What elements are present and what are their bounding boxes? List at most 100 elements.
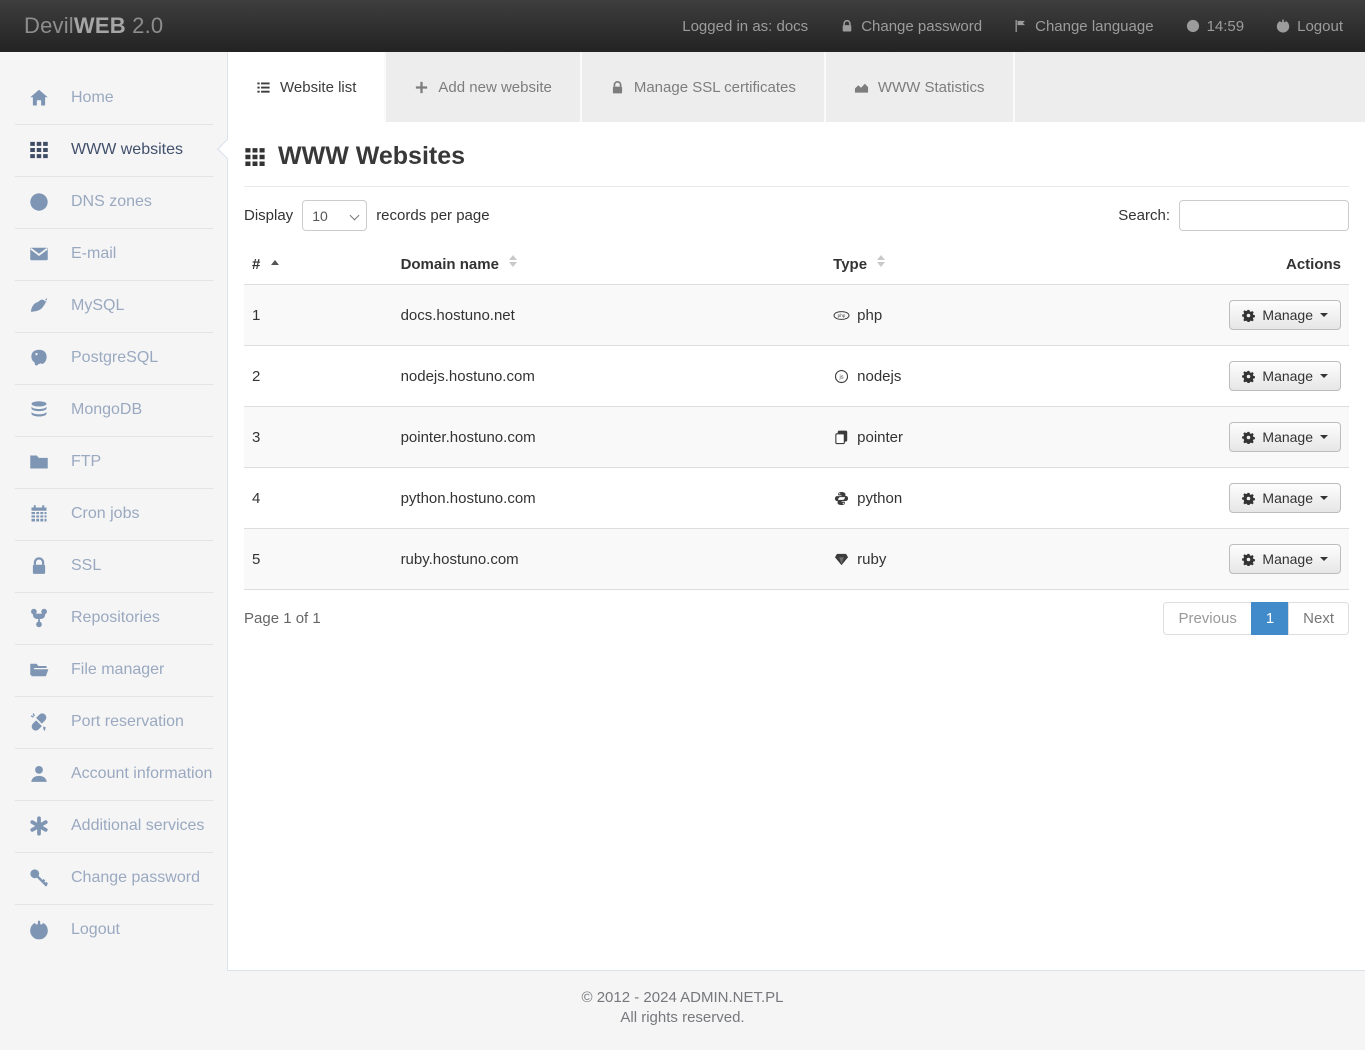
sidebar-item-label: WWW websites [71, 141, 183, 159]
pagination: Previous 1 Next [1163, 602, 1349, 635]
website-type: ruby [825, 529, 1221, 590]
website-type: jsnodejs [825, 346, 1221, 407]
sidebar-item-label: SSL [71, 557, 101, 575]
row-number: 2 [244, 346, 393, 407]
records-per-page-select[interactable]: 10 [302, 200, 367, 231]
topbar: DevilWEB 2.0 Logged in as: docs Change p… [0, 0, 1365, 52]
row-number: 1 [244, 285, 393, 346]
sidebar-item-change-password[interactable]: Change password [0, 852, 227, 904]
display-label: Display [244, 207, 293, 224]
row-actions: Manage [1221, 285, 1349, 346]
sidebar-item-cron-jobs[interactable]: Cron jobs [0, 488, 227, 540]
lock-icon [29, 556, 49, 576]
sidebar-item-label: DNS zones [71, 193, 152, 211]
time-label: 14:59 [1207, 18, 1245, 35]
gear-icon [1242, 553, 1255, 566]
footer-copyright: © 2012 - 2024 ADMIN.NET.PL [0, 988, 1365, 1008]
sidebar-item-file-manager[interactable]: File manager [0, 644, 227, 696]
plus-icon [414, 80, 429, 95]
caret-down-icon [1320, 557, 1328, 561]
search-label: Search: [1118, 207, 1170, 224]
tab-www-statistics[interactable]: WWW Statistics [824, 52, 1015, 122]
type-cell: jsnodejs [833, 368, 1213, 385]
table-row: 3pointer.hostuno.compointerManage [244, 407, 1349, 468]
previous-page-button[interactable]: Previous [1163, 602, 1251, 635]
sidebar-item-mongodb[interactable]: MongoDB [0, 384, 227, 436]
row-actions: Manage [1221, 529, 1349, 590]
sidebar-item-logout[interactable]: Logout [0, 904, 227, 956]
sidebar-item-ftp[interactable]: FTP [0, 436, 227, 488]
sidebar-item-label: Account information [71, 765, 212, 783]
gear-icon [1242, 370, 1255, 383]
sort-both-icon [509, 255, 517, 267]
type-label: python [857, 490, 902, 507]
home-icon [29, 88, 49, 108]
footer-rights: All rights reserved. [0, 1008, 1365, 1028]
type-label: pointer [857, 429, 903, 446]
page-header: WWW Websites [244, 122, 1349, 187]
sidebar-item-additional-services[interactable]: Additional services [0, 800, 227, 852]
topbar-menu: Logged in as: docs Change password Chang… [682, 18, 1343, 35]
column-header-domain[interactable]: Domain name [393, 244, 826, 285]
manage-button-label: Manage [1262, 368, 1313, 384]
row-actions: Manage [1221, 468, 1349, 529]
search-input[interactable] [1179, 200, 1349, 231]
logged-in-as: Logged in as: docs [682, 18, 808, 35]
power-icon [1276, 19, 1290, 33]
manage-button[interactable]: Manage [1229, 544, 1341, 574]
page-1-button[interactable]: 1 [1251, 602, 1289, 635]
sidebar-item-ssl[interactable]: SSL [0, 540, 227, 592]
sidebar-item-postgresql[interactable]: PostgreSQL [0, 332, 227, 384]
sort-both-icon [877, 255, 885, 267]
sidebar-item-label: MySQL [71, 297, 124, 315]
page-info: Page 1 of 1 [244, 610, 321, 627]
next-page-button[interactable]: Next [1288, 602, 1349, 635]
tab-strip: Website list Add new website Manage SSL ce… [228, 52, 1365, 122]
records-per-page-control: Display 10 records per page [244, 200, 490, 231]
domain-name: nodejs.hostuno.com [393, 346, 826, 407]
table-header-row: # Domain name Type Actions [244, 244, 1349, 285]
tab-label: Add new website [438, 79, 551, 96]
brand-suffix: 2.0 [126, 13, 164, 38]
topbar-change-language[interactable]: Change language [1014, 18, 1153, 35]
broken-link-icon [29, 712, 49, 732]
row-actions: Manage [1221, 407, 1349, 468]
type-cell: ruby [833, 551, 1213, 568]
manage-button[interactable]: Manage [1229, 483, 1341, 513]
manage-button-label: Manage [1262, 490, 1313, 506]
sidebar-item-label: Change password [71, 869, 200, 887]
sidebar-item-port-reservation[interactable]: Port reservation [0, 696, 227, 748]
type-cell: python [833, 490, 1213, 507]
manage-button[interactable]: Manage [1229, 300, 1341, 330]
sidebar-item-mysql[interactable]: MySQL [0, 280, 227, 332]
sidebar-item-home[interactable]: Home [0, 72, 227, 124]
tab-website-list[interactable]: Website list [228, 52, 384, 122]
column-header-actions: Actions [1221, 244, 1349, 285]
sidebar-item-label: Logout [71, 921, 120, 939]
column-header-num[interactable]: # [244, 244, 393, 285]
sidebar-item-label: E-mail [71, 245, 116, 263]
manage-button[interactable]: Manage [1229, 361, 1341, 391]
tab-manage-ssl-certificates[interactable]: Manage SSL certificates [580, 52, 824, 122]
topbar-logout[interactable]: Logout [1276, 18, 1343, 35]
websites-table: # Domain name Type Actions [244, 244, 1349, 590]
asterisk-icon [29, 816, 49, 836]
sidebar-item-e-mail[interactable]: E-mail [0, 228, 227, 280]
sidebar-item-dns-zones[interactable]: DNS zones [0, 176, 227, 228]
topbar-change-password[interactable]: Change password [840, 18, 982, 35]
caret-down-icon [1320, 496, 1328, 500]
manage-button[interactable]: Manage [1229, 422, 1341, 452]
column-header-type[interactable]: Type [825, 244, 1221, 285]
gear-icon [1242, 431, 1255, 444]
sidebar-item-www-websites[interactable]: WWW websites [0, 124, 227, 176]
sidebar-item-label: Repositories [71, 609, 160, 627]
sidebar-item-label: File manager [71, 661, 164, 679]
table-row: 5ruby.hostuno.comrubyManage [244, 529, 1349, 590]
content-panel: WWW Websites Display 10 records per page… [228, 122, 1365, 971]
sidebar-item-repositories[interactable]: Repositories [0, 592, 227, 644]
type-cell: phpphp [833, 307, 1213, 324]
grid-icon [29, 140, 49, 160]
tab-add-new-website[interactable]: Add new website [384, 52, 579, 122]
tab-label: WWW Statistics [878, 79, 985, 96]
sidebar-item-account-information[interactable]: Account information [0, 748, 227, 800]
